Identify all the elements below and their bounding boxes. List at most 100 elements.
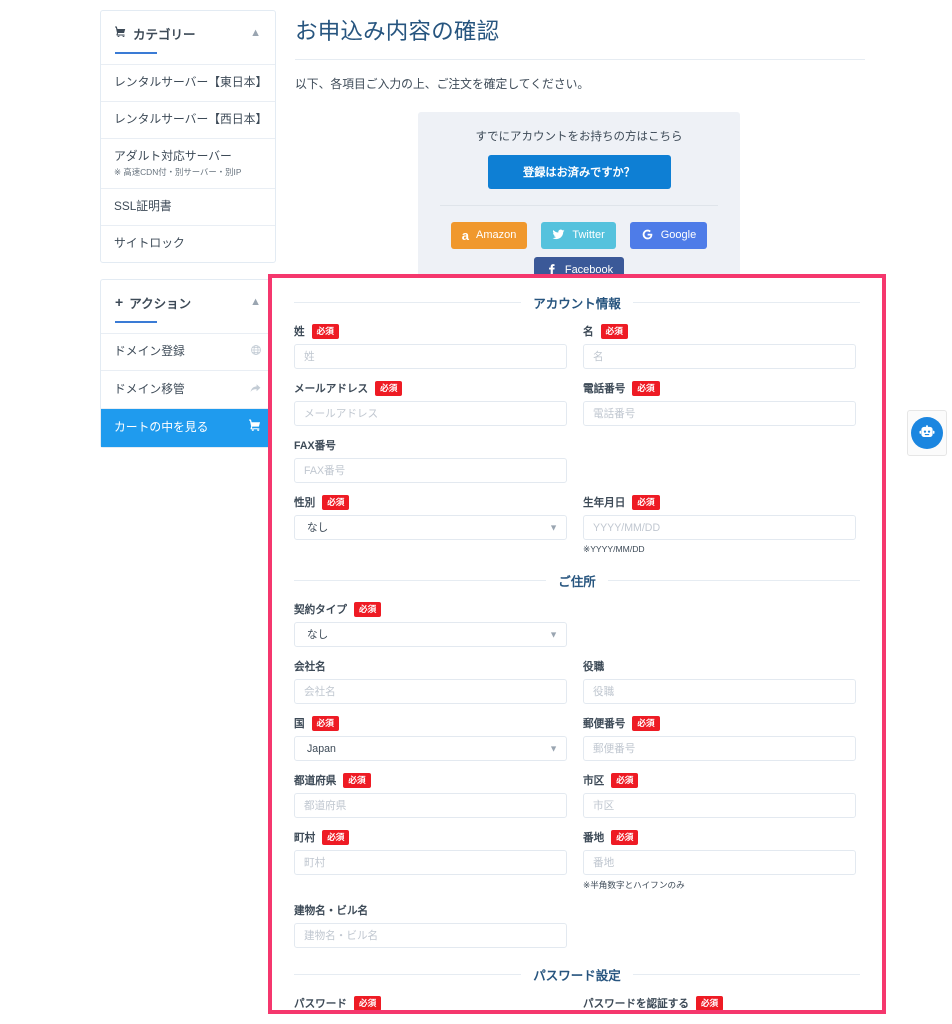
field-label: 都道府県 必須: [294, 773, 567, 788]
field-label-text: 役職: [583, 661, 605, 673]
form-row-name: 姓 必須 名 必須: [294, 324, 860, 369]
sidebar-item-ssl[interactable]: SSL証明書: [101, 188, 275, 225]
town-input[interactable]: [294, 850, 567, 875]
sidebar-item-rental-west[interactable]: レンタルサーバー【西日本】: [101, 100, 275, 138]
sidebar-item-label-wrap: アダルト対応サーバー ※ 高速CDN付・別サーバー・別IP: [114, 149, 262, 178]
birthday-input[interactable]: [583, 515, 856, 540]
postal-input[interactable]: [583, 736, 856, 761]
required-badge: 必須: [600, 324, 628, 339]
form-row-building: 建物名・ビル名: [294, 903, 860, 948]
required-badge: 必須: [311, 716, 339, 731]
form-row-password: パスワード 必須 パスワードを認証する 必須 パスワードの強度: パスワードを入…: [294, 996, 860, 1010]
field-label-text: FAX番号: [294, 440, 336, 452]
field-label: 性別 必須: [294, 495, 567, 510]
main-content: お申込み内容の確認 以下、各項目ご入力の上、ご注文を確定してください。 すでにア…: [295, 0, 865, 304]
country-select[interactable]: Japan: [294, 736, 567, 761]
section-rule-right: [632, 974, 861, 975]
chat-widget-bubble: [911, 417, 943, 449]
required-badge: 必須: [695, 996, 724, 1010]
field-gender: 性別 必須 なし ▼: [294, 495, 567, 555]
position-input[interactable]: [583, 679, 856, 704]
building-input[interactable]: [294, 923, 567, 948]
form-row-country-postal: 国 必須 Japan ▼ 郵便番号 必須: [294, 716, 860, 761]
category-card-header[interactable]: カテゴリー ▲: [101, 11, 275, 43]
field-contract-type: 契約タイプ 必須 なし ▼: [294, 602, 567, 647]
sidebar-item-domain-register[interactable]: ドメイン登録: [101, 332, 275, 370]
required-badge: 必須: [632, 381, 660, 396]
sidebar-item-label: レンタルサーバー【東日本】: [114, 75, 268, 89]
field-city: 市区 必須: [583, 773, 856, 818]
google-login-label: Google: [660, 229, 697, 241]
cart-icon: [115, 26, 127, 41]
form-row-prefecture-city: 都道府県 必須 市区 必須: [294, 773, 860, 818]
field-label-text: 市区: [583, 775, 605, 787]
field-prefecture: 都道府県 必須: [294, 773, 567, 818]
sidebar-item-label: アダルト対応サーバー: [114, 148, 232, 163]
company-input[interactable]: [294, 679, 567, 704]
field-label-text: 性別: [294, 497, 316, 509]
form-row-gender-birthday: 性別 必須 なし ▼ 生年月日 必須 YYYY/MM/DD ※YYYY/MM/D…: [294, 495, 860, 555]
category-card-title-wrap: カテゴリー: [115, 24, 250, 43]
field-label: パスワードを認証する 必須: [583, 996, 856, 1010]
fax-input[interactable]: [294, 458, 567, 483]
form-row-fax: FAX番号: [294, 438, 860, 483]
action-card-underline: [115, 320, 157, 323]
field-label-text: 都道府県: [294, 775, 337, 787]
street-input[interactable]: [583, 850, 856, 875]
section-rule-right: [632, 302, 861, 303]
google-login-button[interactable]: Google: [629, 222, 708, 249]
chat-widget[interactable]: [907, 410, 947, 456]
email-input[interactable]: [294, 401, 567, 426]
field-email: メールアドレス 必須: [294, 381, 567, 426]
first-name-input[interactable]: [583, 344, 856, 369]
field-fax: FAX番号: [294, 438, 567, 483]
action-card-header[interactable]: + アクション ▲: [101, 280, 275, 312]
field-label-text: 電話番号: [583, 383, 626, 395]
field-position: 役職: [583, 659, 856, 704]
chevron-up-icon[interactable]: ▲: [250, 28, 261, 39]
field-postal: 郵便番号 必須: [583, 716, 856, 761]
required-badge: 必須: [611, 773, 639, 788]
sidebar-item-domain-transfer[interactable]: ドメイン移管: [101, 370, 275, 408]
required-badge: 必須: [375, 381, 403, 396]
registration-form: アカウント情報 姓 必須 名 必須: [272, 278, 882, 1010]
sidebar-item-adult-server[interactable]: アダルト対応サーバー ※ 高速CDN付・別サーバー・別IP: [101, 137, 275, 188]
form-row-company: 会社名 役職: [294, 659, 860, 704]
field-town: 町村 必須: [294, 830, 567, 891]
globe-icon: [250, 344, 262, 360]
section-rule-left: [294, 302, 522, 303]
field-first-name: 名 必須: [583, 324, 856, 369]
google-icon: [641, 228, 654, 243]
field-label: 電話番号 必須: [583, 381, 856, 396]
gender-select[interactable]: なし: [294, 515, 567, 540]
form-row-town-street: 町村 必須 番地 必須 ※半角数字とハイフンのみ: [294, 830, 860, 891]
already-registered-button[interactable]: 登録はお済みですか？: [487, 155, 671, 189]
city-input[interactable]: [583, 793, 856, 818]
sidebar-item-view-cart[interactable]: カートの中を見る: [101, 408, 275, 447]
sidebar-item-sitelock[interactable]: サイトロック: [101, 225, 275, 262]
field-building: 建物名・ビル名: [294, 903, 567, 948]
sidebar-item-rental-east[interactable]: レンタルサーバー【東日本】: [101, 64, 275, 101]
required-badge: 必須: [353, 602, 382, 617]
amazon-login-button[interactable]: a Amazon: [450, 222, 528, 249]
field-label: 役職: [583, 659, 856, 674]
twitter-icon: [552, 228, 565, 243]
field-label-text: パスワードを認証する: [583, 998, 689, 1010]
phone-input[interactable]: [583, 401, 856, 426]
prefecture-input[interactable]: [294, 793, 567, 818]
contract-type-select[interactable]: なし: [294, 622, 567, 647]
sidebar-item-label: カートの中を見る: [114, 419, 209, 434]
chevron-up-icon[interactable]: ▲: [250, 296, 261, 308]
category-card-title: カテゴリー: [133, 28, 196, 42]
required-badge: 必須: [632, 495, 660, 510]
page-root: カテゴリー ▲ レンタルサーバー【東日本】 レンタルサーバー【西日本】 アダルト…: [0, 0, 952, 1024]
twitter-login-button[interactable]: Twitter: [541, 222, 616, 249]
field-label: メールアドレス 必須: [294, 381, 567, 396]
twitter-login-label: Twitter: [572, 229, 605, 241]
field-label-text: 建物名・ビル名: [294, 905, 369, 917]
field-label: 名 必須: [583, 324, 856, 339]
field-street: 番地 必須 ※半角数字とハイフンのみ: [583, 830, 856, 891]
last-name-input[interactable]: [294, 344, 567, 369]
category-card: カテゴリー ▲ レンタルサーバー【東日本】 レンタルサーバー【西日本】 アダルト…: [100, 10, 276, 263]
amazon-icon: a: [461, 228, 469, 243]
